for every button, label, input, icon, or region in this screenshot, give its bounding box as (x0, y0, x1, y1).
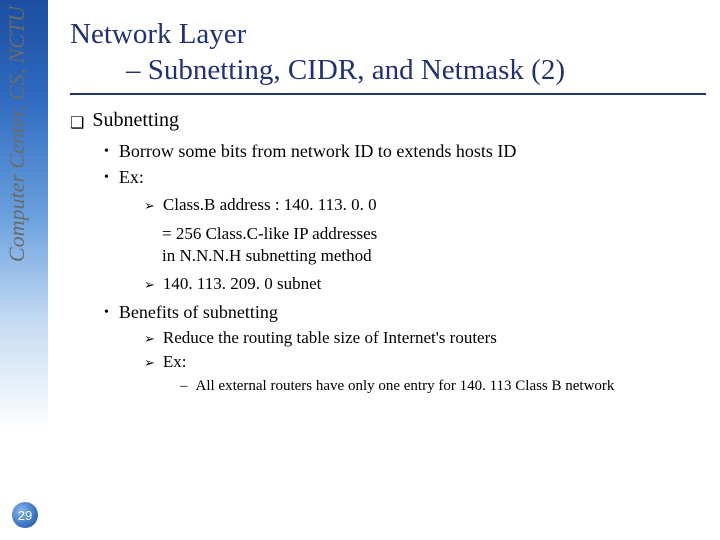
arrow-list: ➢ Class.B address : 140. 113. 0. 0 (70, 195, 706, 217)
bullet-text: Ex: (119, 167, 144, 189)
slide: Computer Center, CS, NCTU 29 Network Lay… (0, 0, 720, 540)
dash-icon: – (180, 378, 188, 395)
arrow-text: Reduce the routing table size of Interne… (163, 328, 497, 350)
arrow-text: 140. 113. 209. 0 subnet (163, 274, 322, 296)
bullet-dot-icon: • (104, 141, 109, 163)
arrow-icon: ➢ (144, 274, 155, 296)
dash-text: All external routers have only one entry… (196, 378, 615, 395)
sidebar-vertical-label: Computer Center, CS, NCTU (4, 6, 30, 262)
arrow-text: Ex: (163, 352, 187, 374)
arrow-icon: ➢ (144, 328, 155, 350)
title-dash: – (126, 54, 148, 86)
bullet-dot-icon: • (104, 302, 109, 324)
bullet-dot-icon: • (104, 167, 109, 189)
bullet-item: • Benefits of subnetting (104, 302, 706, 324)
arrow-item: ➢ Reduce the routing table size of Inter… (144, 328, 706, 350)
square-bullet-icon: ❑ (70, 113, 84, 133)
section-heading-row: ❑ Subnetting (70, 109, 706, 133)
slide-body: ❑ Subnetting • Borrow some bits from net… (70, 109, 706, 396)
bullet-text: Benefits of subnetting (119, 302, 278, 324)
bullet-list: • Benefits of subnetting (70, 302, 706, 324)
bullet-item: • Ex: (104, 167, 706, 189)
title-subtitle: Subnetting, CIDR, and Netmask (2) (148, 54, 565, 86)
content-area: Network Layer – Subnetting, CIDR, and Ne… (70, 16, 706, 397)
title-underline (70, 93, 706, 95)
bullet-text: Borrow some bits from network ID to exte… (119, 141, 516, 163)
title-line-1: Network Layer (70, 16, 706, 52)
arrow-icon: ➢ (144, 352, 155, 374)
arrow-icon: ➢ (144, 195, 155, 217)
sub-line: = 256 Class.C-like IP addresses (70, 223, 706, 246)
arrow-text: Class.B address : 140. 113. 0. 0 (163, 195, 377, 217)
arrow-item: ➢ Class.B address : 140. 113. 0. 0 (144, 195, 706, 217)
dash-item: – All external routers have only one ent… (180, 378, 706, 395)
section-heading: Subnetting (92, 109, 179, 132)
dash-list: – All external routers have only one ent… (70, 378, 706, 395)
sub-line: in N.N.N.H subnetting method (70, 245, 706, 268)
bullet-list: • Borrow some bits from network ID to ex… (70, 141, 706, 189)
arrow-list: ➢ Reduce the routing table size of Inter… (70, 328, 706, 374)
page-number-badge: 29 (12, 502, 38, 528)
arrow-item: ➢ 140. 113. 209. 0 subnet (144, 274, 706, 296)
bullet-item: • Borrow some bits from network ID to ex… (104, 141, 706, 163)
arrow-list: ➢ 140. 113. 209. 0 subnet (70, 274, 706, 296)
slide-title: Network Layer – Subnetting, CIDR, and Ne… (70, 16, 706, 89)
title-line-2: – Subnetting, CIDR, and Netmask (2) (70, 52, 706, 88)
arrow-item: ➢ Ex: (144, 352, 706, 374)
